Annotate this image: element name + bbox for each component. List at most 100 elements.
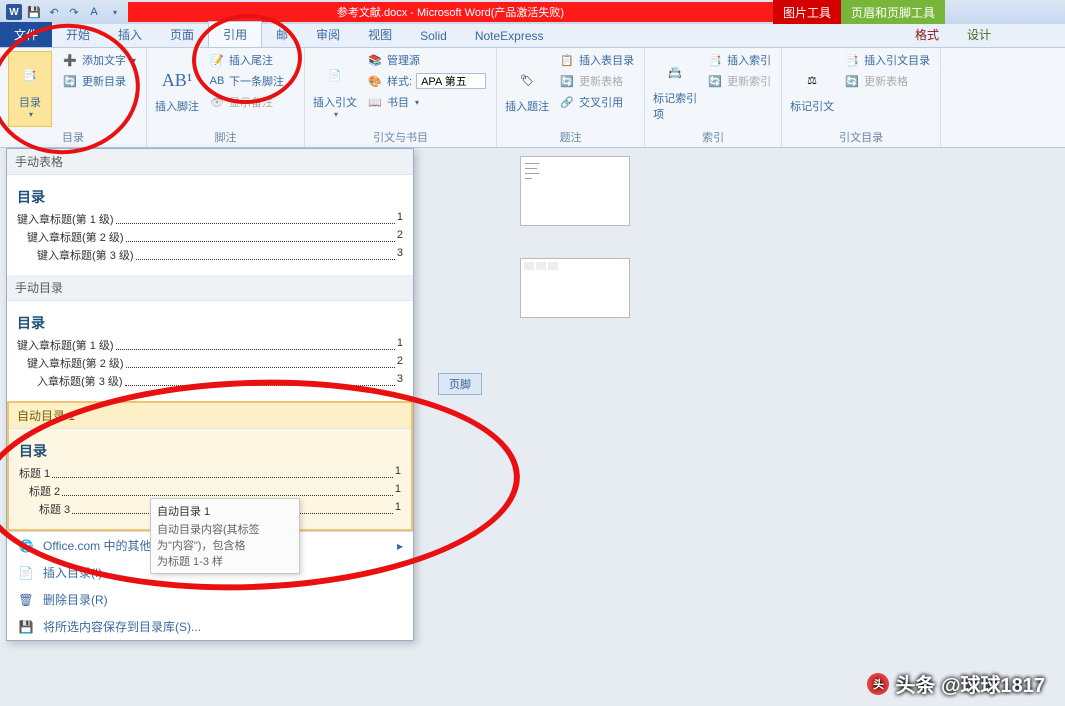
tab-noteexpress[interactable]: NoteExpress xyxy=(461,25,558,47)
toc-heading: 目录 xyxy=(17,187,403,207)
quick-access-toolbar: W 💾 ↶ ↷ A xyxy=(0,4,128,20)
insert-footnote-button[interactable]: AB¹ 插入脚注 xyxy=(155,51,199,127)
footer-label-tag[interactable]: 页脚 xyxy=(438,373,482,395)
show-notes-button: 👁显示备注 xyxy=(207,93,296,111)
ribbon: 📑 目录 ➕添加文字 🔄更新目录 目录 AB¹ 插入脚注 📝插入尾注 AB下一条… xyxy=(0,48,1065,148)
font-icon[interactable]: A xyxy=(86,4,102,20)
save-toc-icon: 💾 xyxy=(17,620,35,634)
insert-toc-icon: 📄 xyxy=(17,566,35,580)
menu-save-toc[interactable]: 💾将所选内容保存到目录库(S)... xyxy=(7,613,413,640)
group-toa: ⚖ 标记引文 📑插入引文目录 🔄更新表格 引文目录 xyxy=(782,48,941,147)
insert-endnote-button[interactable]: 📝插入尾注 xyxy=(207,51,296,69)
toc-heading-3: 目录 xyxy=(19,441,401,461)
document-title: 参考文献.docx - Microsoft Word(产品激活失败) xyxy=(128,2,773,22)
page-thumbnail: ━━━━━━━━━━━━━━━━━━━━ xyxy=(520,156,630,226)
title-bar: W 💾 ↶ ↷ A 参考文献.docx - Microsoft Word(产品激… xyxy=(0,0,1065,24)
page-thumbnail-2 xyxy=(520,258,630,318)
qat-more-icon[interactable] xyxy=(106,4,122,20)
update-toa-icon: 🔄 xyxy=(844,73,860,89)
style-dropdown[interactable] xyxy=(416,73,486,89)
group-citations: 📄 插入引文 📚管理源 🎨样式: 📖书目 引文与书目 xyxy=(305,48,497,147)
style-icon: 🎨 xyxy=(367,73,383,89)
picture-tools-tab[interactable]: 图片工具 xyxy=(773,0,841,24)
manual-toc-template[interactable]: 目录 键入章标题(第 1 级)1 键入章标题(第 2 级)2 入章标题(第 3 … xyxy=(7,301,413,401)
undo-icon[interactable]: ↶ xyxy=(46,4,62,20)
update-toc-button[interactable]: 🔄更新目录 xyxy=(60,72,138,90)
group-toa-label: 引文目录 xyxy=(790,129,932,145)
cross-reference-button[interactable]: 🔗交叉引用 xyxy=(557,93,636,111)
tab-references[interactable]: 引用 xyxy=(208,21,262,47)
ribbon-tab-strip: 文件 开始 插入 页面 引用 邮 审阅 视图 Solid NoteExpress… xyxy=(0,24,1065,48)
group-captions: 🏷 插入题注 📋插入表目录 🔄更新表格 🔗交叉引用 题注 xyxy=(497,48,645,147)
insert-index-button[interactable]: 📑插入索引 xyxy=(705,51,773,69)
header-footer-tools-tab[interactable]: 页眉和页脚工具 xyxy=(841,0,945,24)
manual-toc-header: 手动目录 xyxy=(7,275,413,301)
toc-heading-2: 目录 xyxy=(17,313,403,333)
insert-citation-button[interactable]: 📄 插入引文 xyxy=(313,51,357,127)
toc-button-label: 目录 xyxy=(19,94,41,110)
insert-citation-label: 插入引文 xyxy=(313,94,357,110)
crossref-icon: 🔗 xyxy=(559,94,575,110)
redo-icon[interactable]: ↷ xyxy=(66,4,82,20)
save-icon[interactable]: 💾 xyxy=(26,4,42,20)
group-footnotes-label: 脚注 xyxy=(155,129,296,145)
mark-citation-button[interactable]: ⚖ 标记引文 xyxy=(790,51,834,127)
tab-mail[interactable]: 邮 xyxy=(262,22,302,47)
next-footnote-icon: AB xyxy=(209,73,225,89)
tof-icon: 📋 xyxy=(559,52,575,68)
manage-icon: 📚 xyxy=(367,52,383,68)
manual-table-template[interactable]: 目录 键入章标题(第 1 级)1 键入章标题(第 2 级)2 键入章标题(第 3… xyxy=(7,175,413,275)
insert-caption-label: 插入题注 xyxy=(505,98,549,114)
tab-solid[interactable]: Solid xyxy=(406,25,461,47)
mark-citation-label: 标记引文 xyxy=(790,98,834,114)
mark-index-button[interactable]: 📇 标记索引项 xyxy=(653,51,697,127)
update-index-button: 🔄更新索引 xyxy=(705,72,773,90)
tab-review[interactable]: 审阅 xyxy=(302,22,354,47)
update-icon: 🔄 xyxy=(62,73,78,89)
manage-sources-button[interactable]: 📚管理源 xyxy=(365,51,488,69)
caption-icon: 🏷 xyxy=(511,64,543,96)
group-toc: 📑 目录 ➕添加文字 🔄更新目录 目录 xyxy=(0,48,147,147)
update-tof-button: 🔄更新表格 xyxy=(557,72,636,90)
tab-layout[interactable]: 页面 xyxy=(156,22,208,47)
tab-format[interactable]: 格式 xyxy=(901,22,953,47)
add-text-icon: ➕ xyxy=(62,52,78,68)
menu-remove-toc[interactable]: 🗑删除目录(R) xyxy=(7,586,413,613)
add-text-button[interactable]: ➕添加文字 xyxy=(60,51,138,69)
group-index: 📇 标记索引项 📑插入索引 🔄更新索引 索引 xyxy=(645,48,782,147)
group-captions-label: 题注 xyxy=(505,129,636,145)
bibliography-button[interactable]: 📖书目 xyxy=(365,93,488,111)
footnote-icon: AB¹ xyxy=(161,64,193,96)
update-tof-icon: 🔄 xyxy=(559,73,575,89)
index-icon: 📇 xyxy=(659,56,691,88)
citation-style-select[interactable]: 🎨样式: xyxy=(365,72,488,90)
insert-caption-button[interactable]: 🏷 插入题注 xyxy=(505,51,549,127)
auto-toc-1-header: 自动目录 1 xyxy=(9,403,411,429)
tab-home[interactable]: 开始 xyxy=(52,22,104,47)
insert-footnote-label: 插入脚注 xyxy=(155,98,199,114)
biblio-icon: 📖 xyxy=(367,94,383,110)
group-toc-label: 目录 xyxy=(8,129,138,145)
globe-icon: 🌐 xyxy=(17,539,35,553)
group-citations-label: 引文与书目 xyxy=(313,129,488,145)
manual-table-header: 手动表格 xyxy=(7,149,413,175)
citation-icon: 📄 xyxy=(319,60,351,92)
word-app-icon[interactable]: W xyxy=(6,4,22,20)
toc-button[interactable]: 📑 目录 xyxy=(8,51,52,127)
tab-view[interactable]: 视图 xyxy=(354,22,406,47)
toa-icon: ⚖ xyxy=(796,64,828,96)
insert-tof-button[interactable]: 📋插入表目录 xyxy=(557,51,636,69)
tab-design[interactable]: 设计 xyxy=(953,22,1005,47)
insert-index-icon: 📑 xyxy=(707,52,723,68)
tab-insert[interactable]: 插入 xyxy=(104,22,156,47)
group-footnotes: AB¹ 插入脚注 📝插入尾注 AB下一条脚注 👁显示备注 脚注 xyxy=(147,48,305,147)
toc-tooltip: 自动目录 1 自动目录内容(其标签 为"内容")，包含格 为标题 1-3 样 xyxy=(150,498,300,574)
insert-toa-icon: 📑 xyxy=(844,52,860,68)
next-footnote-button[interactable]: AB下一条脚注 xyxy=(207,72,296,90)
show-notes-icon: 👁 xyxy=(209,94,225,110)
group-index-label: 索引 xyxy=(653,129,773,145)
watermark: 头 头条 @球球1817 xyxy=(867,669,1045,698)
tab-file[interactable]: 文件 xyxy=(0,22,52,47)
insert-toa-button[interactable]: 📑插入引文目录 xyxy=(842,51,932,69)
contextual-tabs: 图片工具 页眉和页脚工具 xyxy=(773,0,945,24)
